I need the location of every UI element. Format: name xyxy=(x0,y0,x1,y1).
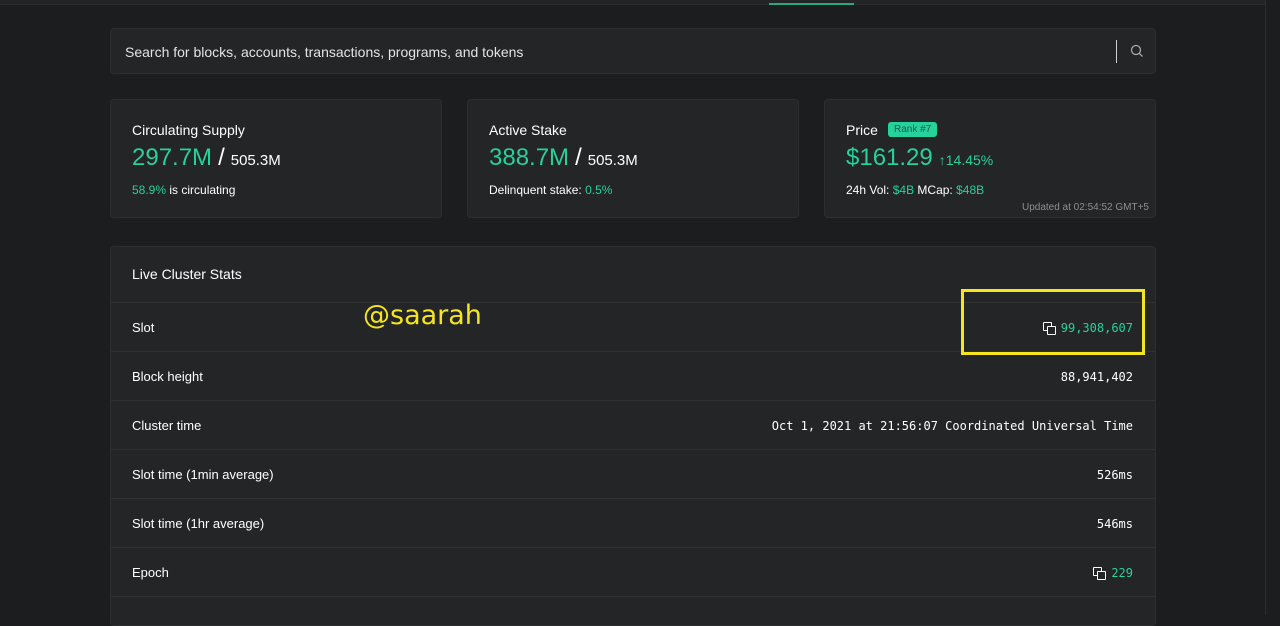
total-supply-value: 505.3M xyxy=(230,152,281,169)
supply-foot: 58.9% is circulating xyxy=(132,183,235,197)
top-navbar xyxy=(0,0,1280,5)
stat-row-epoch: Epoch 229 xyxy=(111,548,1155,597)
stat-value: 526ms xyxy=(1096,468,1133,482)
stake-foot: Delinquent stake: 0.5% xyxy=(489,183,612,197)
circulating-supply-card: Circulating Supply 297.7M/ 505.3M 58.9% i… xyxy=(110,99,442,218)
stat-value: 546ms xyxy=(1096,517,1133,531)
rank-badge: Rank #7 xyxy=(888,122,938,137)
stat-value: 229 xyxy=(1111,566,1133,580)
stat-label: Epoch xyxy=(132,565,169,580)
search-divider xyxy=(1116,40,1117,63)
circulating-percent: 58.9% xyxy=(132,183,167,197)
volume-label: 24h Vol: xyxy=(846,183,893,197)
separator: / xyxy=(218,144,225,171)
stat-label: Slot time (1min average) xyxy=(132,467,274,482)
highlight-annotation xyxy=(961,289,1145,355)
stat-row-slot-time-1min: Slot time (1min average) 526ms xyxy=(111,450,1155,499)
stat-label: Block height xyxy=(132,369,203,384)
epoch-link[interactable]: 229 xyxy=(1093,566,1133,580)
stat-label: Slot time (1hr average) xyxy=(132,516,265,531)
separator: / xyxy=(575,144,582,171)
copy-icon[interactable] xyxy=(1093,567,1107,580)
stat-value: Oct 1, 2021 at 21:56:07 Coordinated Univ… xyxy=(771,419,1133,433)
stats-title: Live Cluster Stats xyxy=(132,266,242,282)
price-change: ↑14.45% xyxy=(938,152,994,168)
circulating-text: is circulating xyxy=(166,183,236,197)
supply-value-line: 297.7M/ 505.3M xyxy=(132,144,281,172)
card-title: Active Stake xyxy=(489,122,567,138)
scrollbar[interactable] xyxy=(1265,0,1280,615)
mcap-value: $48B xyxy=(956,183,985,197)
search-input[interactable] xyxy=(123,29,1107,75)
watermark-text: @saarah xyxy=(363,300,482,331)
price-card: Price Rank #7 $161.29 ↑14.45% 24h Vol: $4… xyxy=(824,99,1156,218)
active-stake-value: 388.7M xyxy=(489,144,570,171)
active-tab-indicator xyxy=(769,3,854,5)
search-bar xyxy=(110,28,1156,75)
stat-label: Cluster time xyxy=(132,418,202,433)
active-stake-card: Active Stake 388.7M/ 505.3M Delinquent st… xyxy=(467,99,799,218)
card-title: Circulating Supply xyxy=(132,122,245,138)
stat-value: 88,941,402 xyxy=(1060,370,1133,384)
stat-row-slot-time-1hr: Slot time (1hr average) 546ms xyxy=(111,499,1155,548)
price-foot: 24h Vol: $4B MCap: $48B xyxy=(846,183,984,197)
stat-row-block-height: Block height 88,941,402 xyxy=(111,352,1155,401)
stat-label: Slot xyxy=(132,320,155,335)
stake-value-line: 388.7M/ 505.3M xyxy=(489,144,638,172)
price-value: $161.29 xyxy=(846,144,933,171)
card-title: Price xyxy=(846,122,878,138)
price-value-line: $161.29 ↑14.45% xyxy=(846,144,993,172)
delinquent-label: Delinquent stake: xyxy=(489,183,586,197)
delinquent-value: 0.5% xyxy=(585,183,613,197)
search-icon[interactable] xyxy=(1129,43,1145,59)
volume-value: $4B xyxy=(892,183,915,197)
total-stake-value: 505.3M xyxy=(587,152,638,169)
circulating-value: 297.7M xyxy=(132,144,213,171)
stat-row-cluster-time: Cluster time Oct 1, 2021 at 21:56:07 Coo… xyxy=(111,401,1155,450)
mcap-label: MCap: xyxy=(914,183,957,197)
updated-timestamp: Updated at 02:54:52 GMT+5 xyxy=(1021,202,1149,213)
